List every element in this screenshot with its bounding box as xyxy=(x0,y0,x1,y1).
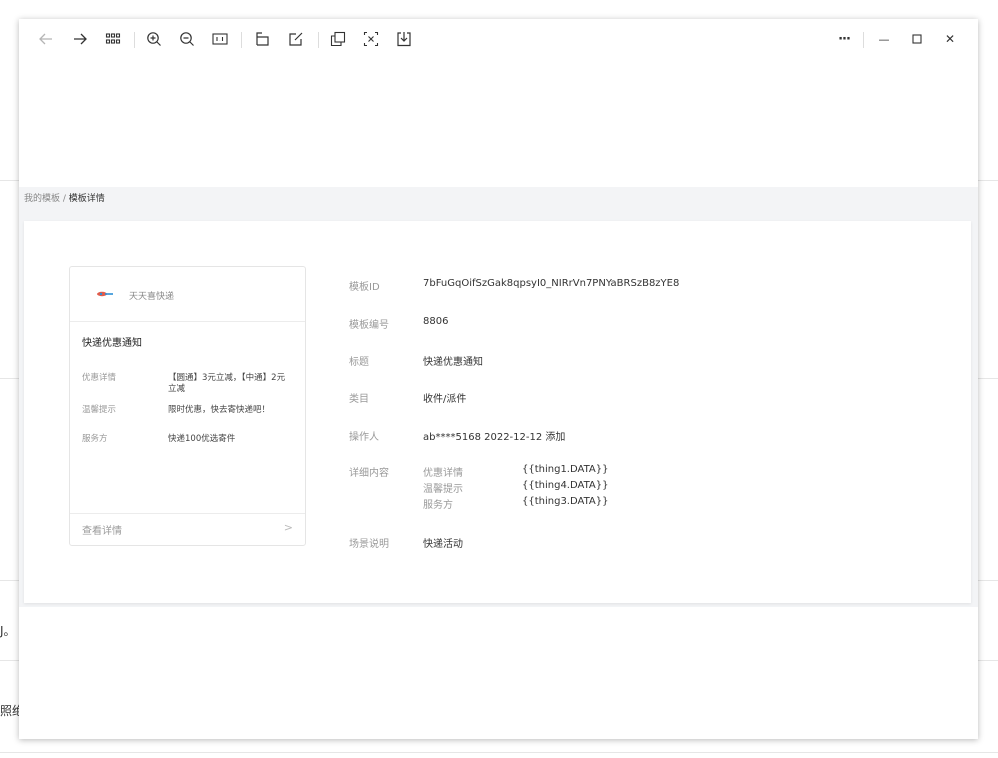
brand-name: 天天喜快递 xyxy=(129,292,175,302)
edit-icon xyxy=(289,32,303,46)
detail-value: 快递活动 xyxy=(423,539,463,550)
arrow-left-icon xyxy=(39,33,52,45)
bg-text-fragment: J。 xyxy=(0,624,16,638)
detail-label: 操作人 xyxy=(349,432,379,443)
toolbar-separator xyxy=(318,32,319,48)
actual-size-icon xyxy=(212,33,228,45)
card-footer[interactable]: 查看详情 > xyxy=(70,513,305,545)
card-row-value: 【圆通】3元立减，【中通】2元立减 xyxy=(168,373,286,394)
view-details-link[interactable]: 查看详情 xyxy=(82,522,122,537)
card-title: 快递优惠通知 xyxy=(82,338,142,349)
grid-icon xyxy=(105,33,121,44)
close-button[interactable]: ✕ xyxy=(939,28,961,50)
zoom-in-button[interactable] xyxy=(143,28,165,50)
detail-label: 模板ID xyxy=(349,282,380,293)
image-viewer-window: ··· — ✕ 我的模板 / 模板详情 天天喜快递 快递优惠通知 优惠详情 【圆… xyxy=(19,19,978,739)
zoom-out-button[interactable] xyxy=(176,28,198,50)
download-icon xyxy=(397,32,411,47)
ocr-icon xyxy=(363,31,379,47)
rotate-button[interactable] xyxy=(251,28,273,50)
toolbar-separator xyxy=(241,32,242,48)
detail-label: 场景说明 xyxy=(349,539,389,550)
edit-button[interactable] xyxy=(285,28,307,50)
download-button[interactable] xyxy=(393,28,415,50)
zoom-in-icon xyxy=(147,32,161,46)
detail-value: 7bFuGqOifSzGak8qpsyI0_NIRrVn7PNYaBRSzB8z… xyxy=(423,278,680,289)
detail-value: ab****5168 2022-12-12 添加 xyxy=(423,432,566,443)
toolbar-separator xyxy=(134,32,135,48)
maximize-button[interactable] xyxy=(906,28,928,50)
detail-label: 详细内容 xyxy=(349,468,389,479)
card-row-key: 温馨提示 xyxy=(82,405,117,415)
maximize-icon xyxy=(912,34,922,44)
brand-logo-icon xyxy=(97,291,113,297)
card-row-value: 限时优惠，快去寄快递吧！ xyxy=(168,405,271,415)
detail-value: 收件/派件 xyxy=(423,394,467,405)
copy-button[interactable] xyxy=(327,28,349,50)
breadcrumb-current: 模板详情 xyxy=(68,194,105,204)
detail-label: 类目 xyxy=(349,394,369,405)
copy-icon xyxy=(330,31,346,47)
detail-label: 标题 xyxy=(349,357,369,368)
detail-value: 8806 xyxy=(423,316,449,327)
actual-size-button[interactable] xyxy=(209,28,231,50)
template-detail-panel: 天天喜快递 快递优惠通知 优惠详情 【圆通】3元立减，【中通】2元立减 温馨提示… xyxy=(24,221,971,603)
breadcrumb-parent: 我的模板 xyxy=(24,194,61,204)
message-preview-card: 天天喜快递 快递优惠通知 优惠详情 【圆通】3元立减，【中通】2元立减 温馨提示… xyxy=(69,266,306,546)
card-row-key: 优惠详情 xyxy=(82,373,117,383)
arrow-right-icon xyxy=(74,33,87,45)
content-field-name: 温馨提示 xyxy=(423,484,463,495)
more-button[interactable]: ··· xyxy=(833,28,855,50)
content-field-value: {{thing3.DATA}} xyxy=(522,496,609,507)
ocr-button[interactable] xyxy=(360,28,382,50)
card-row-key: 服务方 xyxy=(82,434,108,444)
detail-label: 模板编号 xyxy=(349,320,389,331)
content-field-name: 服务方 xyxy=(423,500,453,511)
card-row-value: 快递100优选寄件 xyxy=(168,434,236,444)
rotate-icon xyxy=(256,32,269,46)
thumbnails-button[interactable] xyxy=(102,28,124,50)
toolbar-separator xyxy=(863,32,864,48)
card-header: 天天喜快递 xyxy=(70,267,305,322)
content-field-value: {{thing4.DATA}} xyxy=(522,480,609,491)
displayed-image: 我的模板 / 模板详情 天天喜快递 快递优惠通知 优惠详情 【圆通】3元立减，【… xyxy=(19,187,978,607)
content-field-value: {{thing1.DATA}} xyxy=(522,464,609,475)
breadcrumb: 我的模板 / 模板详情 xyxy=(24,191,105,204)
bg-divider xyxy=(0,752,998,753)
forward-button[interactable] xyxy=(69,28,91,50)
back-button[interactable] xyxy=(35,28,57,50)
detail-value: 快递优惠通知 xyxy=(423,357,483,368)
breadcrumb-separator: / xyxy=(60,194,69,204)
zoom-out-icon xyxy=(180,32,194,46)
minimize-button[interactable]: — xyxy=(873,28,895,50)
chevron-right-icon: > xyxy=(283,521,293,534)
content-field-name: 优惠详情 xyxy=(423,468,463,479)
viewer-toolbar: ··· — ✕ xyxy=(19,19,978,59)
